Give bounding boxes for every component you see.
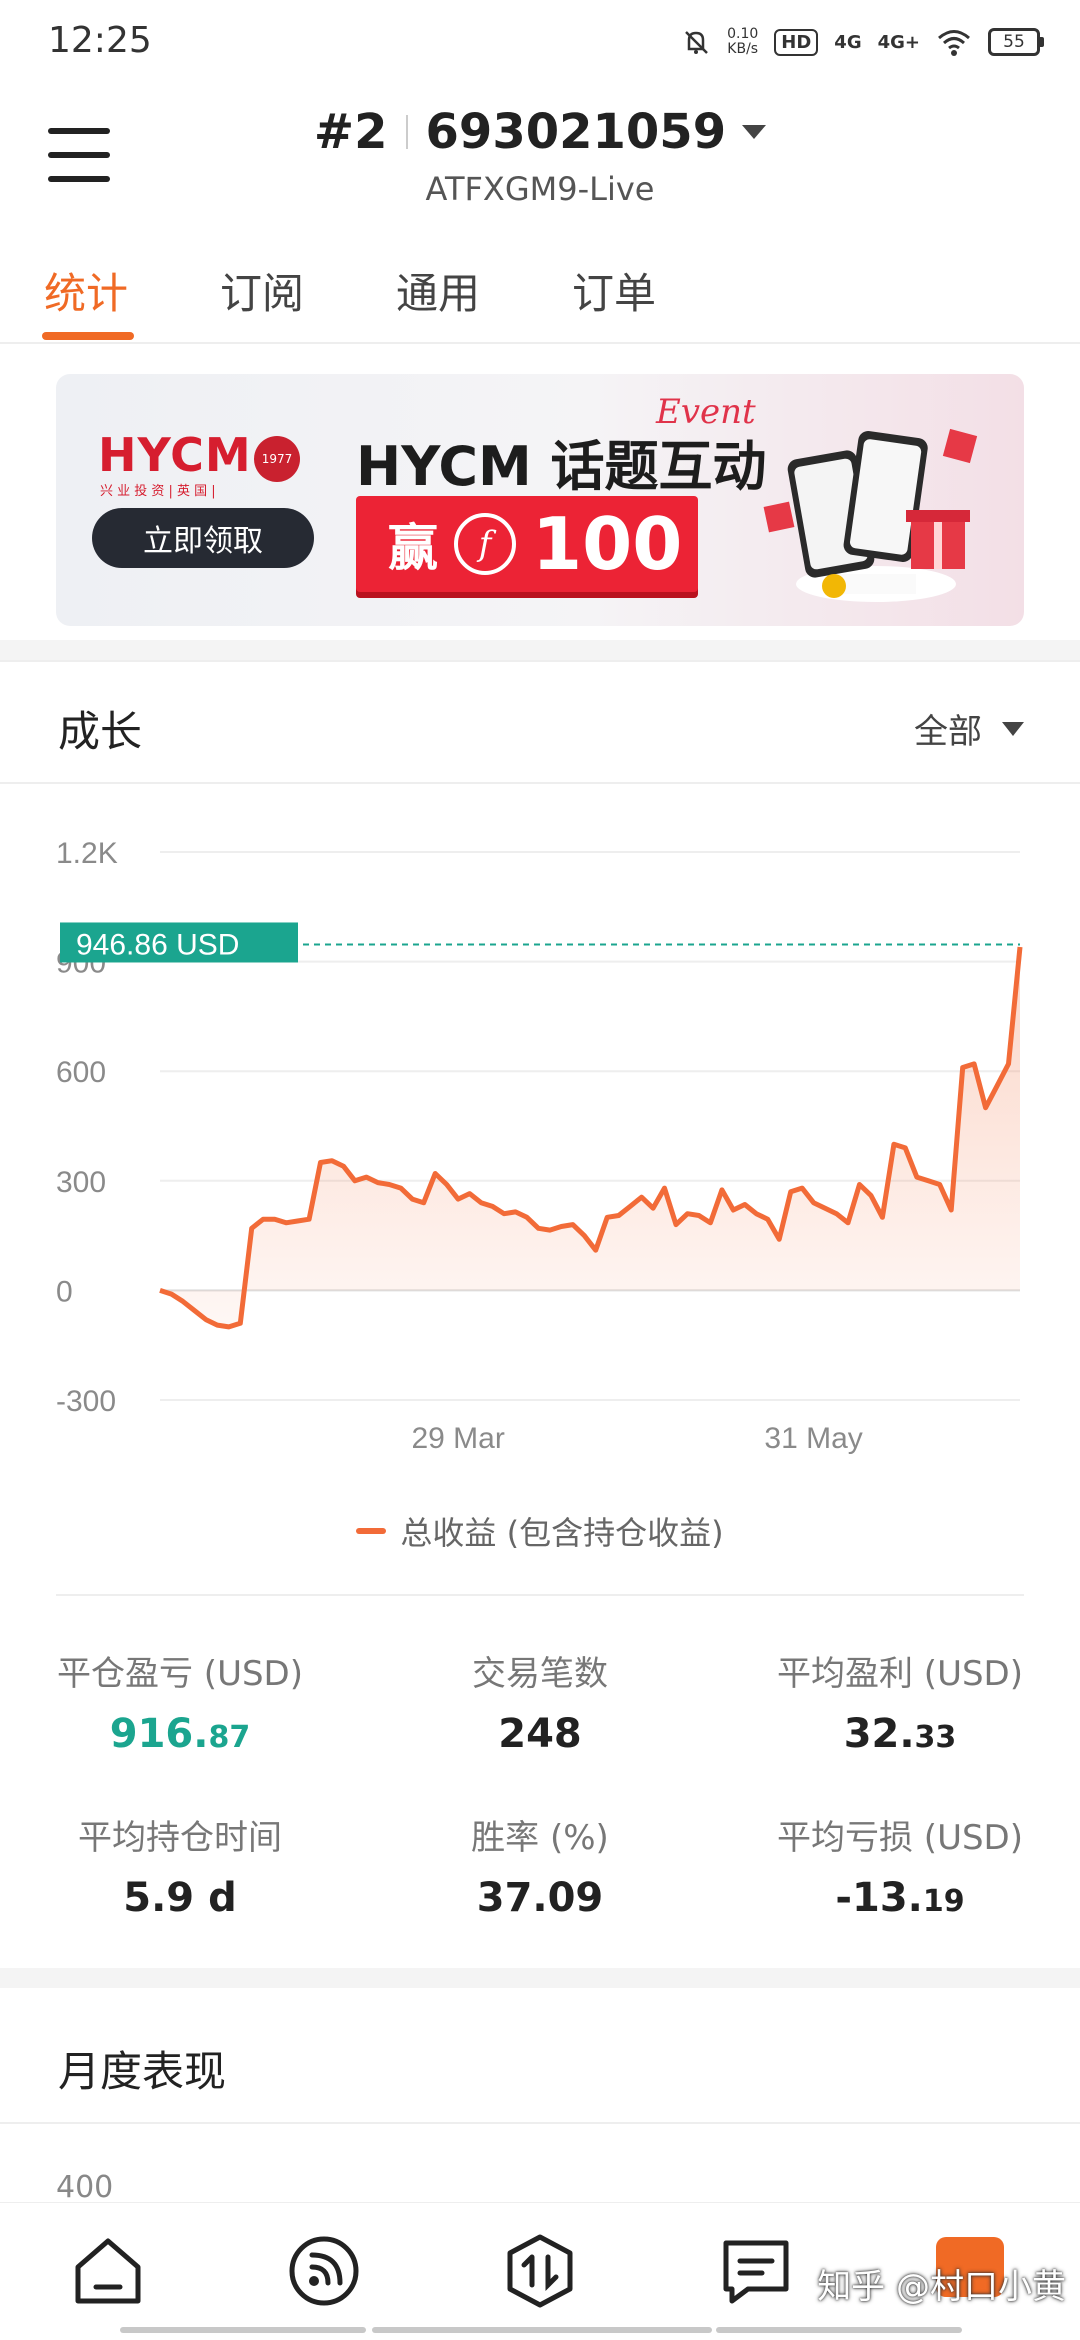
net-speed: 0.10 KB/s [727, 27, 758, 57]
active-tab-indicator [42, 332, 134, 340]
message-icon[interactable] [718, 2233, 794, 2309]
growth-chart: 1.2K9006003000-30029 Mar31 May26 Aug 946… [0, 800, 1080, 1455]
hd-icon: HD [774, 28, 819, 56]
chart-legend: 总收益 (包含持仓收益) [0, 1508, 1080, 1554]
y-tick-label: 600 [56, 1056, 106, 1089]
stat-value-int: -13. [835, 1875, 923, 1921]
x-tick-label: 31 May [764, 1422, 862, 1455]
monthly-header: 月度表现 [0, 2000, 1080, 2124]
wifi-icon [938, 30, 970, 56]
tab-subscribe[interactable]: 订阅 [220, 260, 304, 321]
x-tick-label: 29 Mar [411, 1422, 504, 1455]
watermark: 知乎 @村口小黄 [817, 2267, 1066, 2307]
current-value-label: 946.86 USD [76, 928, 239, 961]
stat-item: 平均持仓时间 5.9 d [0, 1810, 360, 1921]
status-time: 12:25 [48, 20, 152, 61]
account-separator [405, 115, 408, 149]
stat-label: 胜率 (%) [471, 1818, 609, 1858]
promo-banner[interactable]: HYCM 兴 业 投 资 | 英 国 | 1977 立即领取 HYCM 话题互动… [56, 374, 1024, 626]
stat-value: 32.33 [720, 1711, 1080, 1757]
tab-general[interactable]: 通用 [396, 260, 480, 321]
coin-icon: f [454, 513, 516, 575]
phone-gift-illustration [763, 428, 978, 602]
prize-amount: 100 [532, 502, 683, 586]
account-index: #2 [313, 104, 388, 160]
bottom-nav: 知乎 @村口小黄 [0, 2202, 1080, 2340]
banner-badge: 1977 [254, 436, 300, 482]
stat-value-int: 5.9 d [123, 1875, 237, 1921]
nav-indicator [716, 2327, 962, 2333]
stat-item: 平仓盈亏 (USD) 916.87 [0, 1646, 360, 1757]
stat-value-int: 32. [843, 1711, 915, 1757]
account-selector[interactable]: #2 693021059 [0, 104, 1080, 160]
section-gap [0, 640, 1080, 660]
banner-logo: HYCM [98, 428, 252, 482]
stat-item: 平均亏损 (USD) -13.19 [720, 1810, 1080, 1921]
y-tick-label: 0 [56, 1275, 73, 1308]
prize-prefix: 赢 [388, 519, 438, 577]
tab-statistics[interactable]: 统计 [44, 260, 128, 321]
nav-indicator [372, 2327, 712, 2333]
stat-value-int: 916. [109, 1711, 209, 1757]
stat-item: 胜率 (%) 37.09 [360, 1810, 720, 1921]
status-bar: 12:25 0.10 KB/s HD 4G 4G+ 55 [0, 0, 1080, 80]
range-filter[interactable]: 全部 [914, 704, 1024, 753]
battery-level: 55 [988, 28, 1040, 56]
y-tick-label: 300 [56, 1166, 106, 1199]
server-name: ATFXGM9-Live [425, 170, 655, 208]
status-icons: 0.10 KB/s HD 4G 4G+ 55 [681, 20, 1044, 64]
tab-bar: 统计 订阅 通用 订单 [0, 250, 1080, 344]
tab-orders[interactable]: 订单 [572, 260, 656, 321]
section-gap [0, 1968, 1080, 1988]
banner-prize: 赢 f 100 [356, 496, 698, 592]
stat-label: 平仓盈亏 (USD) [57, 1654, 303, 1694]
stat-value-dec: 87 [208, 1720, 251, 1755]
y-tick-label: -300 [56, 1385, 116, 1418]
growth-chart-svg: 1.2K9006003000-30029 Mar31 May26 Aug 946… [56, 837, 1023, 1455]
stat-value: 916.87 [0, 1711, 360, 1757]
stats-divider [56, 1594, 1024, 1596]
banner-title: HYCM 话题互动 [356, 435, 767, 498]
stat-value: 248 [360, 1711, 720, 1757]
range-filter-label: 全部 [914, 712, 982, 752]
growth-header: 成长 全部 [0, 660, 1080, 784]
banner-logo-sub: 兴 业 投 资 | 英 国 | [100, 484, 216, 499]
nav-indicator [120, 2327, 366, 2333]
y-tick-label: 1.2K [56, 837, 118, 870]
legend-label: 总收益 (包含持仓收益) [400, 1514, 724, 1552]
stat-value: 37.09 [360, 1875, 720, 1921]
legend-swatch [356, 1528, 387, 1534]
stat-label: 平均亏损 (USD) [777, 1818, 1023, 1858]
monthly-axis-tick: 400 [56, 2170, 114, 2205]
trade-icon[interactable] [502, 2233, 578, 2309]
banner-script: Event [656, 392, 756, 432]
net-speed-unit: KB/s [727, 41, 759, 57]
stat-value-int: 248 [498, 1711, 582, 1757]
stat-value: -13.19 [720, 1875, 1080, 1921]
growth-title: 成长 [58, 707, 143, 756]
stat-label: 平均持仓时间 [78, 1818, 282, 1858]
battery-icon: 55 [988, 28, 1044, 56]
stat-value: 5.9 d [0, 1875, 360, 1921]
stat-value-dec: 19 [922, 1884, 965, 1919]
chevron-down-icon [742, 125, 767, 139]
signal-4g-icon: 4G [834, 31, 862, 53]
stat-label: 交易笔数 [472, 1654, 608, 1694]
signal-4g-plus-icon: 4G+ [877, 31, 920, 53]
account-number: 693021059 [425, 104, 727, 160]
net-speed-value: 0.10 [727, 26, 759, 42]
monthly-title: 月度表现 [58, 2047, 227, 2096]
chevron-down-icon [1002, 721, 1024, 736]
home-icon[interactable] [70, 2233, 146, 2309]
signal-feed-icon[interactable] [286, 2233, 362, 2309]
stat-label: 平均盈利 (USD) [777, 1654, 1023, 1694]
stat-item: 平均盈利 (USD) 32.33 [720, 1646, 1080, 1757]
claim-button[interactable]: 立即领取 [92, 508, 314, 568]
stat-value-int: 37.09 [476, 1875, 604, 1921]
stat-value-dec: 33 [914, 1720, 957, 1755]
equity-area [160, 947, 1020, 1327]
stat-item: 交易笔数 248 [360, 1646, 720, 1757]
mute-bell-icon [685, 31, 708, 54]
